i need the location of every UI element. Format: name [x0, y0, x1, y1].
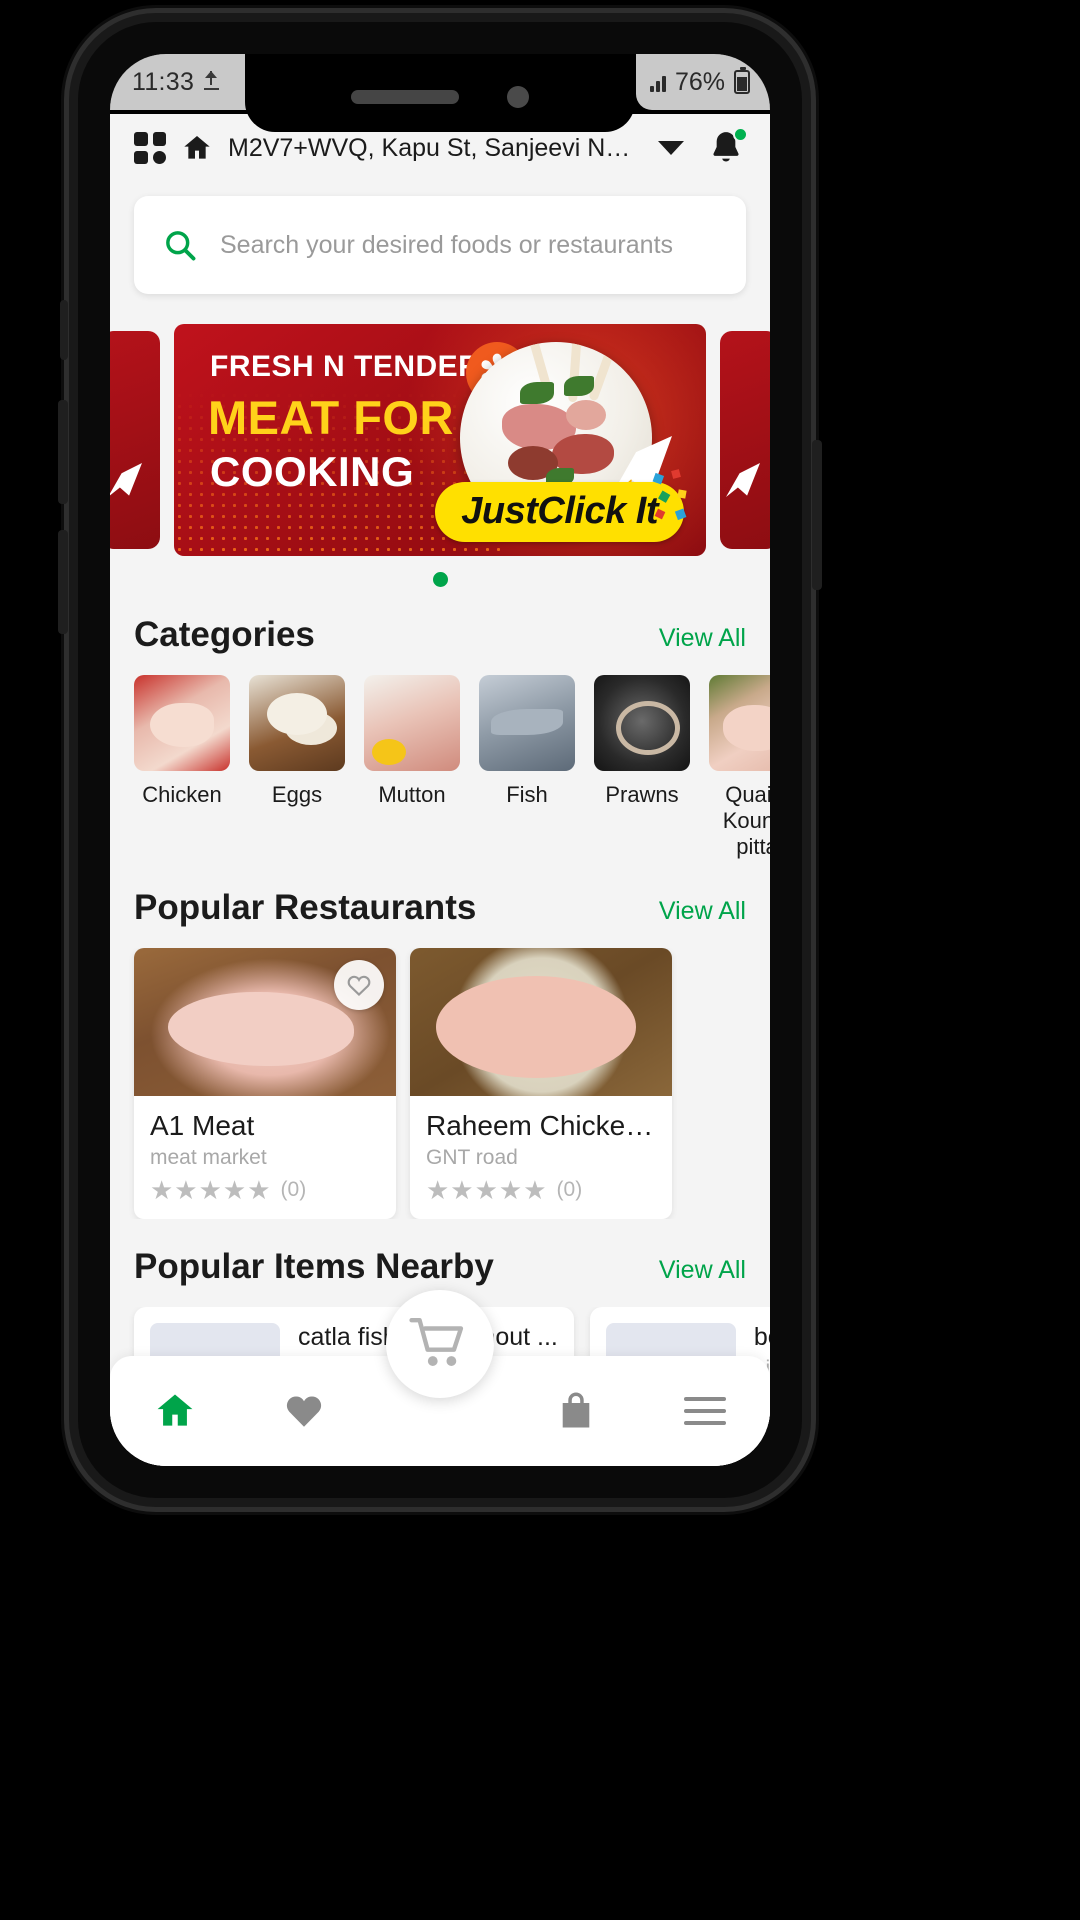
battery-percent: 76% [674, 67, 725, 96]
category-label: Mutton [378, 782, 446, 807]
items-view-all-link[interactable]: View All [659, 1256, 746, 1285]
category-thumbnail [709, 675, 770, 771]
volume-up-button[interactable] [58, 400, 68, 504]
bell-notification-icon[interactable] [706, 127, 748, 168]
front-camera-icon [507, 86, 529, 108]
search-bar[interactable]: Search your desired foods or restaurants [134, 196, 746, 294]
phone-screen: 11:33 76% M2V7+WVQ, Kapu St, Sanjeevi Na… [110, 54, 770, 1466]
chevron-down-icon[interactable] [658, 141, 684, 155]
categories-view-all-link[interactable]: View All [659, 624, 746, 653]
status-bar-right: 76% [635, 54, 770, 110]
status-bar-left: 11:33 [110, 54, 266, 110]
heart-filled-icon [287, 1396, 322, 1427]
search-icon [166, 231, 196, 261]
category-label: Eggs [271, 782, 323, 807]
address-label[interactable]: M2V7+WVQ, Kapu St, Sanjeevi Nagar, ... [228, 134, 644, 163]
app-content: M2V7+WVQ, Kapu St, Sanjeevi Nagar, ... S… [110, 110, 770, 1466]
categories-list[interactable]: Chicken Eggs Mutton Fish Prawns Quail / … [110, 675, 770, 860]
restaurant-image [410, 947, 672, 1096]
category-thumbnail [594, 675, 690, 771]
justclick-badge[interactable]: JustClick It [435, 482, 684, 542]
banner-line3: COOKING [210, 448, 415, 495]
search-input[interactable]: Search your desired foods or restaurants [220, 231, 673, 260]
restaurant-info: Raheem Chicken Centre GNT road ★★★★★ (0) [410, 1096, 672, 1219]
power-button[interactable] [812, 440, 822, 590]
category-label: Fish [506, 782, 548, 807]
restaurant-subtitle: GNT road [426, 1145, 518, 1169]
banner-next-peek[interactable] [720, 331, 770, 549]
category-label: Prawns [605, 782, 679, 807]
restaurant-card[interactable]: A1 Meat meat market ★★★★★ (0) [134, 947, 396, 1219]
category-label: Quail / Kounju pitta [722, 782, 770, 859]
restaurants-list[interactable]: A1 Meat meat market ★★★★★ (0) Raheem Chi… [110, 947, 770, 1219]
items-section-header: Popular Items Nearby View All [110, 1247, 770, 1287]
banner-carousel[interactable]: FRESH N TENDER MEAT FOR COOKING ✻ [110, 324, 770, 556]
rating-count: (0) [280, 1177, 307, 1201]
categories-section-header: Categories View All [110, 615, 770, 655]
shopping-bag-icon [562, 1392, 590, 1428]
grid-apps-icon[interactable] [134, 132, 166, 164]
category-thumbnail [479, 675, 575, 771]
favorite-button[interactable] [334, 959, 384, 1010]
rocket-icon [726, 463, 760, 497]
rating-stars: ★★★★★ [426, 1174, 548, 1205]
restaurant-info: A1 Meat meat market ★★★★★ (0) [134, 1096, 396, 1219]
page-title-categories: Categories [134, 615, 315, 654]
home-icon[interactable] [180, 132, 214, 164]
category-label: Chicken [142, 782, 222, 807]
rating-count: (0) [556, 1177, 583, 1201]
status-time: 11:33 [132, 67, 195, 96]
banner-slide-active[interactable]: FRESH N TENDER MEAT FOR COOKING ✻ [174, 324, 706, 556]
rating-stars: ★★★★★ [150, 1174, 272, 1205]
silent-switch-button[interactable] [60, 300, 68, 360]
nav-item-home[interactable] [110, 1389, 239, 1433]
nav-item-menu[interactable] [641, 1397, 770, 1425]
category-thumbnail [364, 675, 460, 771]
volume-down-button[interactable] [58, 530, 68, 634]
restaurant-subtitle: meat market [150, 1145, 267, 1169]
shopping-cart-icon [409, 1318, 464, 1366]
nav-item-favorites[interactable] [239, 1390, 368, 1432]
category-item[interactable]: Mutton [364, 675, 460, 860]
restaurants-view-all-link[interactable]: View All [659, 897, 746, 926]
category-item[interactable]: Eggs [249, 675, 345, 860]
category-item[interactable]: Chicken [134, 675, 230, 860]
restaurant-image [134, 947, 396, 1096]
home-icon [157, 1394, 193, 1426]
nav-item-orders[interactable] [511, 1389, 640, 1433]
restaurant-name: A1 Meat [150, 1109, 255, 1141]
restaurant-rating: ★★★★★ (0) [426, 1177, 656, 1203]
page-title-restaurants: Popular Restaurants [134, 887, 477, 927]
category-thumbnail [249, 675, 345, 771]
hamburger-menu-icon [684, 1397, 727, 1425]
speaker-grille [351, 90, 459, 104]
phone-notch [245, 54, 635, 132]
category-item[interactable]: Prawns [594, 675, 690, 860]
restaurants-section-header: Popular Restaurants View All [110, 888, 770, 928]
category-item[interactable]: Quail / Kounju pitta [709, 675, 770, 860]
signal-bars-icon [649, 72, 666, 92]
restaurant-rating: ★★★★★ (0) [150, 1177, 380, 1203]
heart-outline-icon [347, 975, 371, 996]
banner-line1: FRESH N TENDER [210, 350, 481, 383]
battery-icon [734, 67, 750, 94]
page-title-items: Popular Items Nearby [134, 1246, 494, 1286]
banner-prev-peek[interactable] [110, 331, 160, 549]
restaurant-card[interactable]: Raheem Chicken Centre GNT road ★★★★★ (0) [410, 947, 672, 1219]
rocket-icon [110, 463, 142, 497]
category-item[interactable]: Fish [479, 675, 575, 860]
carousel-indicator[interactable] [110, 572, 770, 587]
restaurant-name: Raheem Chicken Centre [426, 1109, 656, 1141]
notification-badge-dot [733, 127, 748, 142]
item-name: boc [753, 1322, 770, 1351]
upload-icon [202, 71, 222, 93]
confetti-icon [652, 469, 687, 521]
category-thumbnail [134, 675, 230, 771]
banner-line2: MEAT FOR [208, 391, 454, 444]
cart-floating-button[interactable] [386, 1290, 494, 1398]
carousel-dot-active[interactable] [432, 572, 448, 587]
